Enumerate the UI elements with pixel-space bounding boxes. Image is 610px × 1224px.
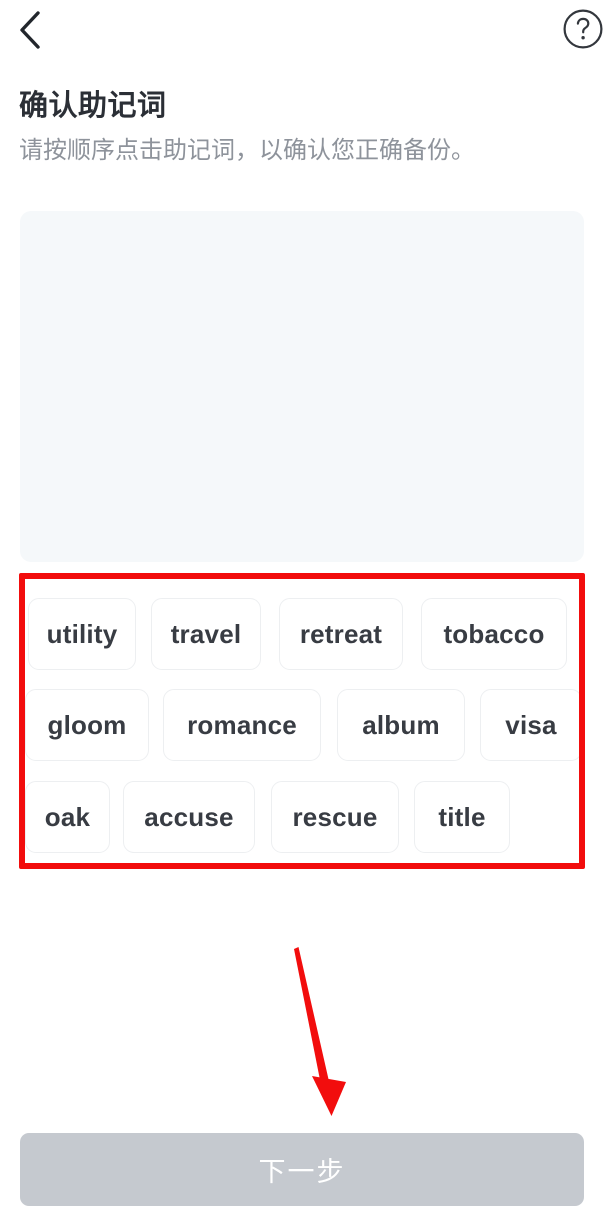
- page-title: 确认助记词: [19, 90, 167, 122]
- word-chip[interactable]: utility: [28, 598, 136, 670]
- word-chip[interactable]: visa: [480, 689, 582, 761]
- word-chip[interactable]: gloom: [25, 689, 149, 761]
- help-button[interactable]: [558, 4, 608, 54]
- word-row: gloom romance album visa: [22, 689, 582, 761]
- word-row: oak accuse rescue title: [22, 781, 582, 853]
- word-chip[interactable]: accuse: [123, 781, 255, 853]
- word-chip[interactable]: rescue: [271, 781, 399, 853]
- word-chip[interactable]: travel: [151, 598, 261, 670]
- annotation-arrow-icon: [270, 930, 380, 1130]
- selected-words-panel[interactable]: [20, 211, 584, 562]
- next-button[interactable]: 下一步: [20, 1133, 584, 1206]
- word-chip[interactable]: retreat: [279, 598, 403, 670]
- word-chip[interactable]: album: [337, 689, 465, 761]
- confirm-mnemonic-screen: 确认助记词 请按顺序点击助记词，以确认您正确备份。 utility travel…: [0, 0, 610, 1224]
- word-chip[interactable]: title: [414, 781, 510, 853]
- word-bank: utility travel retreat tobacco gloom rom…: [22, 578, 582, 863]
- back-button[interactable]: [6, 6, 54, 54]
- page-subtitle: 请按顺序点击助记词，以确认您正确备份。: [19, 137, 475, 164]
- word-chip[interactable]: oak: [25, 781, 110, 853]
- help-circle-icon: [562, 8, 604, 50]
- word-chip[interactable]: romance: [163, 689, 321, 761]
- top-bar: [0, 0, 610, 62]
- word-chip[interactable]: tobacco: [421, 598, 567, 670]
- word-row: utility travel retreat tobacco: [22, 598, 582, 670]
- chevron-left-icon: [17, 10, 43, 50]
